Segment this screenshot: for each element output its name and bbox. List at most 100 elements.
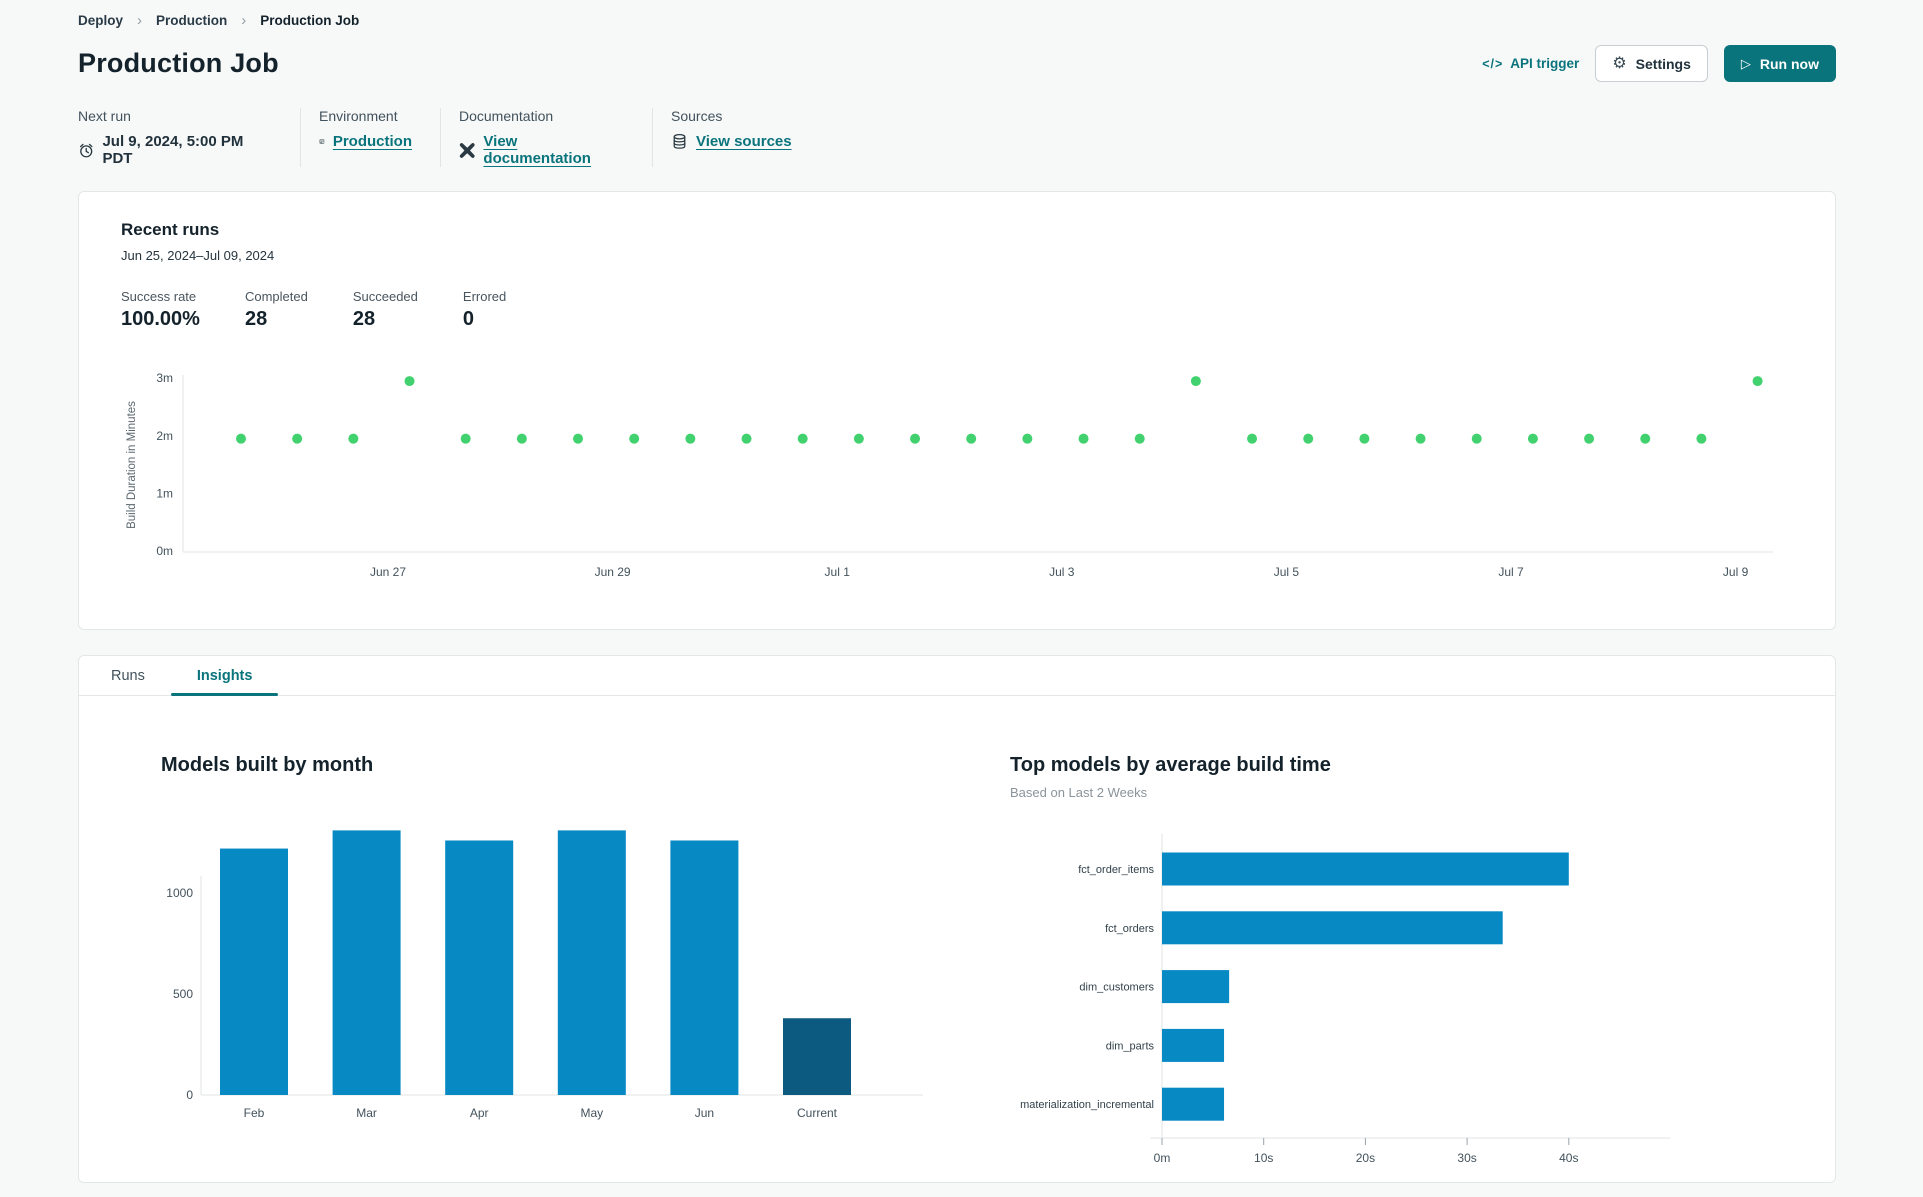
meta-sources: Sources View sources — [652, 108, 820, 167]
svg-text:Jul 1: Jul 1 — [825, 565, 851, 579]
insights-charts: Models built by month 0 500 1000 Feb Mar Apr M… — [79, 696, 1835, 1182]
meta-documentation: Documentation View documentation — [440, 108, 652, 167]
stat-label: Success rate — [121, 289, 197, 304]
svg-text:Jul 5: Jul 5 — [1274, 565, 1300, 579]
svg-text:dim_parts: dim_parts — [1106, 1040, 1155, 1052]
breadcrumb-separator-icon: › — [137, 12, 143, 29]
run-now-button[interactable]: ▷ Run now — [1723, 45, 1836, 82]
recent-runs-title: Recent runs — [121, 220, 220, 239]
breadcrumb: Deploy › Production › Production Job — [78, 0, 1836, 29]
view-documentation-link[interactable]: View documentation — [483, 133, 624, 167]
svg-text:fct_orders: fct_orders — [1105, 923, 1154, 935]
stat-success-rate: Success rate 100.00% — [121, 289, 200, 331]
svg-text:Feb: Feb — [244, 1106, 265, 1120]
svg-text:Jul 9: Jul 9 — [1723, 565, 1749, 579]
stat-value: 0 — [462, 308, 475, 330]
svg-text:Apr: Apr — [470, 1106, 489, 1120]
tab-insights[interactable]: Insights — [170, 656, 279, 696]
models-by-month-chart: 0 500 1000 Feb Mar Apr May Jun Current — [166, 830, 923, 1120]
meta-documentation-value-row: View documentation — [459, 133, 624, 167]
tab-runs[interactable]: Runs — [85, 656, 171, 695]
breadcrumb-deploy[interactable]: Deploy — [78, 13, 123, 28]
svg-text:Jul 7: Jul 7 — [1498, 565, 1524, 579]
environment-link[interactable]: Production — [333, 133, 412, 150]
meta-next-run-label: Next run — [78, 108, 131, 124]
meta-environment: Environment Production — [300, 108, 440, 167]
meta-next-run: Next run Jul 9, 2024, 5:00 PM PDT — [78, 108, 300, 167]
stat-value: 100.00% — [121, 308, 200, 330]
svg-text:0: 0 — [186, 1088, 193, 1102]
stat-label: Errored — [462, 289, 507, 304]
svg-text:fct_order_items: fct_order_items — [1078, 864, 1154, 876]
svg-text:10s: 10s — [1254, 1151, 1273, 1165]
svg-text:20s: 20s — [1356, 1151, 1375, 1165]
clock-icon — [79, 143, 93, 157]
stat-label: Succeeded — [352, 289, 418, 304]
top-models-title: Top models by average build time — [1010, 754, 1331, 776]
api-trigger-label: API trigger — [1510, 56, 1580, 71]
meta-environment-label: Environment — [319, 108, 398, 124]
meta-sources-value-row: View sources — [671, 133, 792, 150]
run-now-label: Run now — [1759, 55, 1819, 72]
stat-label: Completed — [244, 289, 308, 304]
title-row: Production Job </> API trigger ⚙ Setting… — [78, 45, 1836, 82]
play-icon: ▷ — [1740, 56, 1751, 71]
svg-text:Jul 3: Jul 3 — [1049, 565, 1075, 579]
svg-text:40s: 40s — [1559, 1151, 1578, 1165]
code-icon: </> — [1482, 56, 1504, 71]
svg-text:1m: 1m — [156, 486, 173, 500]
svg-text:3m: 3m — [156, 371, 173, 385]
build-duration-scatter-chart: 0m 1m 2m 3m Jun 27 Jun 29 Jul 1 Jul 3 Jul 5 Jul 7… — [126, 371, 1773, 579]
job-meta-row: Next run Jul 9, 2024, 5:00 PM PDT Enviro… — [78, 108, 1836, 167]
stat-value: 28 — [244, 308, 268, 330]
svg-text:Jun 27: Jun 27 — [370, 565, 406, 579]
svg-text:Jun 29: Jun 29 — [595, 565, 631, 579]
svg-text:dim_customers: dim_customers — [1079, 982, 1154, 994]
svg-text:May: May — [580, 1106, 603, 1120]
gear-icon: ⚙ — [1612, 54, 1627, 72]
breadcrumb-separator-icon: › — [241, 12, 247, 29]
models-by-month-title: Models built by month — [161, 754, 374, 776]
svg-text:materialization_incremental: materialization_incremental — [1020, 1099, 1154, 1111]
settings-button[interactable]: ⚙ Settings — [1595, 45, 1708, 82]
stat-completed: Completed 28 — [245, 289, 308, 331]
top-models-panel: Top models by average build time Based o… — [958, 754, 1835, 1170]
svg-text:Current: Current — [797, 1106, 838, 1120]
recent-runs-date-range: Jun 25, 2024–Jul 09, 2024 — [121, 248, 275, 263]
meta-documentation-label: Documentation — [459, 108, 554, 124]
page-title: Production Job — [78, 48, 279, 78]
settings-label: Settings — [1635, 55, 1691, 72]
stat-value: 28 — [352, 308, 376, 330]
svg-text:500: 500 — [173, 987, 193, 1001]
recent-runs-stats: Success rate 100.00% Completed 28 Succee… — [121, 289, 1793, 331]
models-by-month-panel: Models built by month 0 500 1000 Feb Mar Apr M… — [79, 754, 958, 1170]
dbt-logo-icon — [459, 142, 475, 158]
header-actions: </> API trigger ⚙ Settings ▷ Run now — [1482, 45, 1836, 82]
breadcrumb-production[interactable]: Production — [156, 13, 227, 28]
breadcrumb-production-job: Production Job — [260, 13, 360, 28]
svg-text:0m: 0m — [156, 544, 173, 558]
api-trigger-link[interactable]: </> API trigger — [1482, 56, 1579, 71]
recent-runs-card: Recent runs Jun 25, 2024–Jul 09, 2024 Su… — [78, 191, 1836, 630]
tab-bar: Runs Insights — [79, 656, 1835, 696]
stat-succeeded: Succeeded 28 — [353, 289, 418, 331]
svg-text:Jun: Jun — [695, 1106, 714, 1120]
meta-environment-value-row: Production — [319, 133, 412, 150]
next-run-value: Jul 9, 2024, 5:00 PM PDT — [102, 133, 244, 167]
meta-next-run-value-row: Jul 9, 2024, 5:00 PM PDT — [78, 133, 272, 167]
environment-icon — [319, 139, 325, 144]
stat-errored: Errored 0 — [463, 289, 506, 331]
meta-sources-label: Sources — [671, 108, 723, 124]
database-icon — [673, 133, 686, 149]
svg-text:1000: 1000 — [166, 886, 193, 900]
chart-head: Models built by month — [161, 754, 958, 810]
page: Deploy › Production › Production Job Pro… — [0, 0, 1923, 1183]
svg-text:Mar: Mar — [356, 1106, 377, 1120]
svg-text:30s: 30s — [1457, 1151, 1476, 1165]
view-sources-link[interactable]: View sources — [696, 133, 792, 150]
svg-text:2m: 2m — [156, 429, 173, 443]
chart-head: Top models by average build time Based o… — [1010, 754, 1835, 810]
top-models-chart: fct_order_items fct_orders dim_customersdi… — [1020, 834, 1670, 1165]
svg-text:0m: 0m — [1154, 1151, 1171, 1165]
svg-text:Build Duration in Minutes: Build Duration in Minutes — [126, 401, 138, 529]
